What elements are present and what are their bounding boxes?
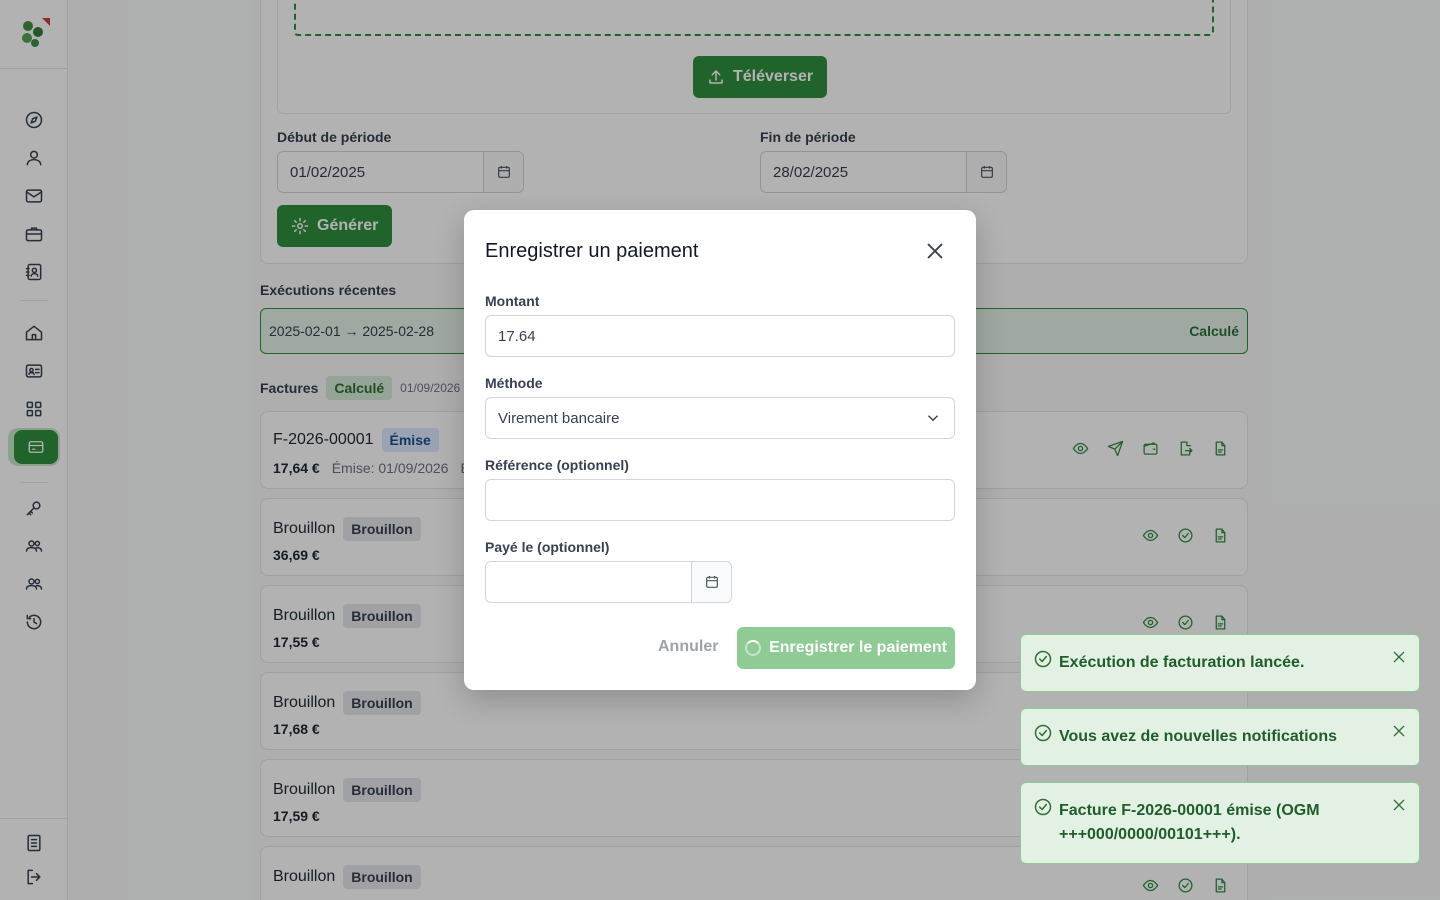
toast-notification: Facture F-2026-00001 émise (OGM +++000/0… [1020,782,1420,864]
payment-modal: Enregistrer un paiement Montant 17.64 Mé… [464,210,976,690]
reference-input[interactable] [485,479,955,521]
close-icon[interactable] [924,240,946,262]
amount-input[interactable]: 17.64 [485,315,955,357]
submit-payment-button[interactable]: Enregistrer le paiement [737,627,955,669]
amount-value: 17.64 [498,327,536,345]
check-circle-icon [1033,723,1053,743]
submit-payment-label: Enregistrer le paiement [769,639,947,656]
paid-date-value [486,562,691,602]
calendar-icon[interactable] [691,562,731,602]
paid-date-input[interactable] [485,561,732,603]
toast-message: Facture F-2026-00001 émise (OGM +++000/0… [1059,802,1320,843]
toast-notification: Exécution de facturation lancée. [1020,634,1420,692]
method-select[interactable]: Virement bancaire [485,397,955,439]
check-circle-icon [1033,649,1053,669]
check-circle-icon [1033,797,1053,817]
close-icon[interactable] [1391,723,1407,739]
reference-label: Référence (optionnel) [485,457,629,473]
toast-notification: Vous avez de nouvelles notifications [1020,708,1420,766]
close-icon[interactable] [1391,797,1407,813]
toast-message: Vous avez de nouvelles notifications [1059,728,1337,745]
toast-message: Exécution de facturation lancée. [1059,654,1305,671]
spinner-icon [745,640,762,656]
method-value: Virement bancaire [498,409,620,427]
method-label: Méthode [485,375,543,391]
amount-label: Montant [485,293,540,309]
modal-title: Enregistrer un paiement [485,240,699,262]
close-icon[interactable] [1391,649,1407,665]
cancel-button[interactable]: Annuler [658,638,718,656]
chevron-down-icon [928,415,938,422]
paid-date-label: Payé le (optionnel) [485,539,610,555]
